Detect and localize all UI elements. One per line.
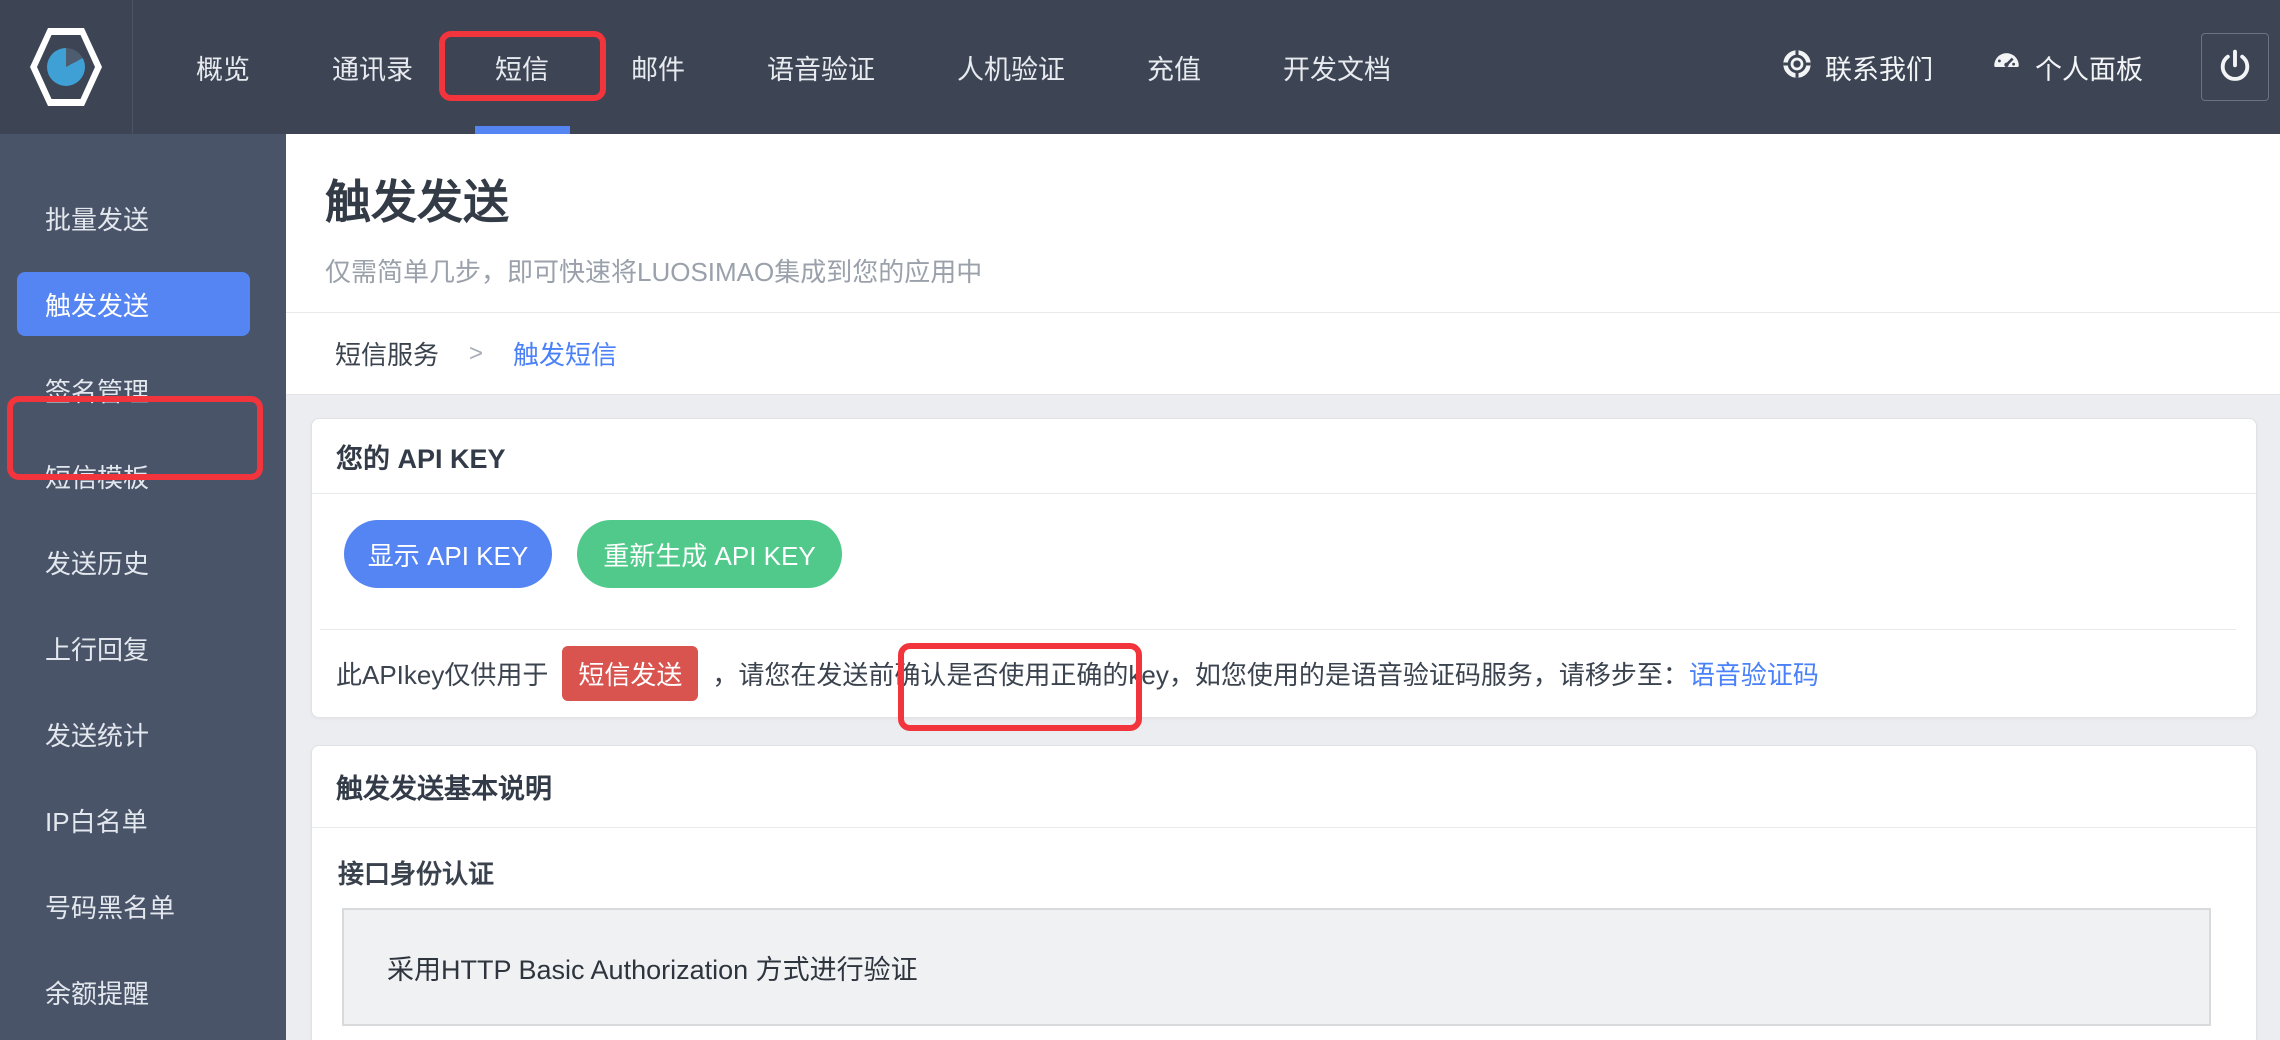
nav-voice-verify[interactable]: 语音验证 bbox=[767, 48, 875, 87]
sms-sidebar: 批量发送 触发发送 签名管理 短信模板 发送历史 上行回复 发送统计 IP白名单… bbox=[0, 134, 286, 1040]
logout-button[interactable] bbox=[2201, 33, 2269, 101]
top-nav-bar: 概览 通讯录 短信 邮件 语音验证 人机验证 充值 开发文档 bbox=[0, 0, 2280, 134]
note-middle: ，请您在发送前确认是否使用正确的key，如您使用的是语音验证码服务，请移步至： bbox=[712, 655, 1688, 692]
gauge-icon bbox=[1991, 48, 2022, 86]
sidebar-item-signature[interactable]: 签名管理 bbox=[0, 347, 286, 433]
app-logo[interactable] bbox=[0, 0, 133, 134]
personal-panel-link[interactable]: 个人面板 bbox=[1991, 48, 2143, 87]
note-prefix: 此APIkey仅供用于 bbox=[336, 655, 548, 692]
personal-panel-label: 个人面板 bbox=[2035, 48, 2143, 87]
breadcrumb-separator: > bbox=[469, 340, 483, 368]
nav-overview[interactable]: 概览 bbox=[196, 48, 250, 87]
show-api-key-button[interactable]: 显示 API KEY bbox=[344, 520, 552, 588]
auth-method-box: 采用HTTP Basic Authorization 方式进行验证 bbox=[342, 908, 2211, 1026]
sidebar-item-history[interactable]: 发送历史 bbox=[0, 519, 286, 605]
page-title: 触发发送 bbox=[325, 134, 2280, 232]
sidebar-item-template[interactable]: 短信模板 bbox=[0, 433, 286, 519]
api-key-card-title: 您的 API KEY bbox=[312, 419, 2256, 494]
page-subtitle: 仅需简单几步，即可快速将LUOSIMAO集成到您的应用中 bbox=[325, 252, 2280, 289]
nav-dev-docs[interactable]: 开发文档 bbox=[1283, 48, 1391, 87]
breadcrumb-sms-service[interactable]: 短信服务 bbox=[335, 335, 439, 372]
api-key-note: 此APIkey仅供用于 短信发送 ，请您在发送前确认是否使用正确的key，如您使… bbox=[312, 630, 2256, 717]
hexagon-pie-logo-icon bbox=[30, 28, 102, 106]
nav-sms[interactable]: 短信 bbox=[495, 48, 549, 87]
content-area: 您的 API KEY 显示 API KEY 重新生成 API KEY 此APIk… bbox=[286, 418, 2280, 1040]
primary-nav: 概览 通讯录 短信 邮件 语音验证 人机验证 充值 开发文档 bbox=[133, 0, 1391, 134]
sidebar-item-stats[interactable]: 发送统计 bbox=[0, 691, 286, 777]
trigger-guide-body: 接口身份认证 采用HTTP Basic Authorization 方式进行验证 bbox=[312, 854, 2256, 1026]
nav-captcha[interactable]: 人机验证 bbox=[957, 48, 1065, 87]
active-tab-indicator bbox=[475, 126, 570, 134]
power-icon bbox=[2217, 48, 2253, 87]
sidebar-item-balance-alert[interactable]: 余额提醒 bbox=[0, 949, 286, 1035]
breadcrumb: 短信服务 > 触发短信 bbox=[286, 313, 2280, 395]
life-ring-icon bbox=[1782, 49, 1812, 86]
sms-send-badge: 短信发送 bbox=[562, 646, 698, 701]
sidebar-item-trigger-send[interactable]: 触发发送 bbox=[0, 261, 286, 347]
trigger-guide-card: 触发发送基本说明 接口身份认证 采用HTTP Basic Authorizati… bbox=[311, 745, 2257, 1040]
sidebar-item-blacklist[interactable]: 号码黑名单 bbox=[0, 863, 286, 949]
nav-recharge[interactable]: 充值 bbox=[1147, 48, 1201, 87]
contact-us-label: 联系我们 bbox=[1825, 48, 1933, 87]
regenerate-api-key-button[interactable]: 重新生成 API KEY bbox=[577, 520, 842, 588]
nav-contacts[interactable]: 通讯录 bbox=[332, 48, 413, 87]
trigger-guide-card-title: 触发发送基本说明 bbox=[312, 746, 2256, 828]
voice-captcha-link[interactable]: 语音验证码 bbox=[1689, 655, 1819, 692]
page-header: 触发发送 仅需简单几步，即可快速将LUOSIMAO集成到您的应用中 bbox=[286, 134, 2280, 313]
main-content: 触发发送 仅需简单几步，即可快速将LUOSIMAO集成到您的应用中 短信服务 >… bbox=[286, 134, 2280, 1040]
nav-mail[interactable]: 邮件 bbox=[631, 48, 685, 87]
sidebar-item-replies[interactable]: 上行回复 bbox=[0, 605, 286, 691]
luosimao-console: 概览 通讯录 短信 邮件 语音验证 人机验证 充值 开发文档 bbox=[0, 0, 2280, 1040]
sidebar-item-batch-send[interactable]: 批量发送 bbox=[0, 175, 286, 261]
api-key-buttons: 显示 API KEY 重新生成 API KEY bbox=[312, 494, 2256, 588]
contact-us-link[interactable]: 联系我们 bbox=[1782, 48, 1933, 87]
topbar-right: 联系我们 个人面板 bbox=[1782, 33, 2280, 101]
api-key-card: 您的 API KEY 显示 API KEY 重新生成 API KEY 此APIk… bbox=[311, 418, 2257, 718]
breadcrumb-trigger-sms[interactable]: 触发短信 bbox=[513, 335, 617, 372]
sidebar-item-ip-whitelist[interactable]: IP白名单 bbox=[0, 777, 286, 863]
auth-section-heading: 接口身份认证 bbox=[338, 854, 2232, 891]
